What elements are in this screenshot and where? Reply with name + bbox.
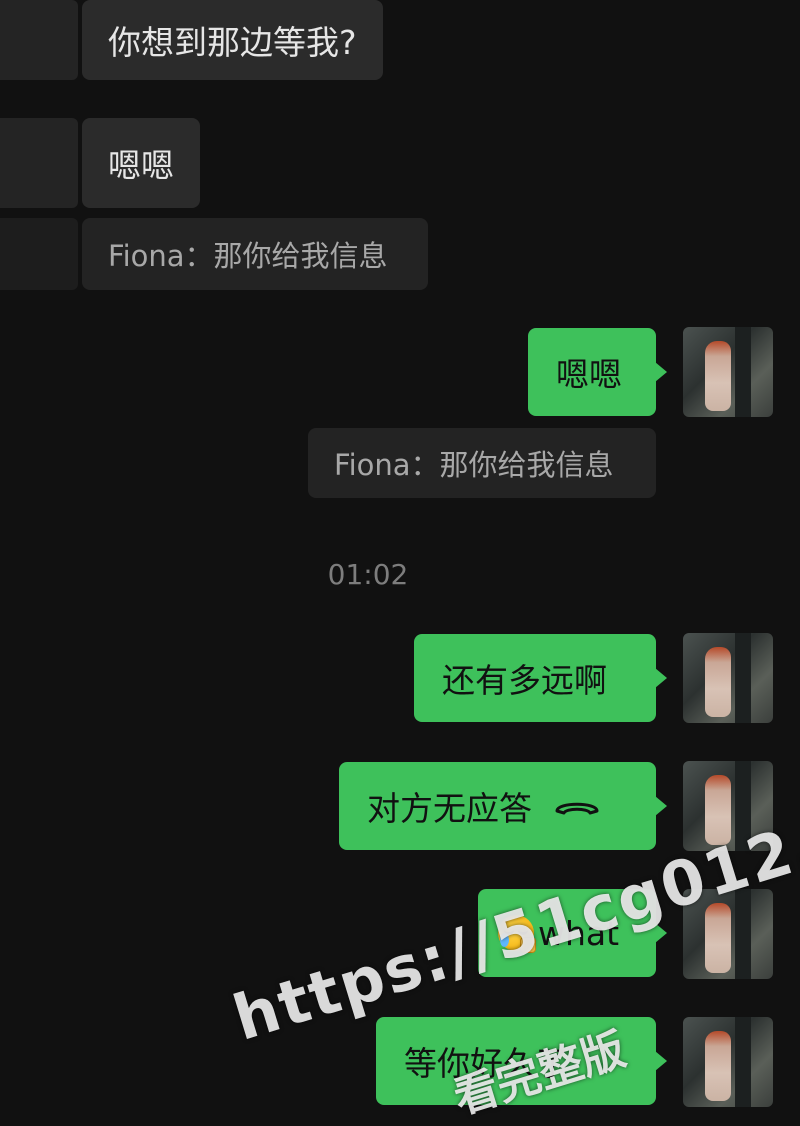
quoted-message[interactable]: Fiona：那你给我信息 bbox=[82, 218, 428, 290]
avatar-figure bbox=[705, 1031, 731, 1101]
timestamp: 01:02 bbox=[327, 558, 409, 591]
outgoing-message[interactable]: 还有多远啊 bbox=[414, 634, 667, 722]
avatar-pillar bbox=[735, 1017, 751, 1107]
incoming-message[interactable]: 你想到那边等我? bbox=[82, 0, 383, 80]
avatar-pillar bbox=[735, 761, 751, 851]
avatar[interactable] bbox=[683, 761, 773, 851]
message-text: 嗯嗯 bbox=[556, 355, 622, 394]
phone-hangup-icon bbox=[555, 802, 599, 815]
message-text: 嗯嗯 bbox=[108, 146, 174, 185]
quote-text: Fiona：那你给我信息 bbox=[108, 239, 388, 273]
avatar-figure bbox=[705, 341, 731, 411]
quoted-message[interactable]: Fiona：那你给我信息 bbox=[308, 428, 656, 498]
message-text: 还有多远啊 bbox=[442, 661, 607, 700]
message-text: what bbox=[538, 913, 620, 953]
avatar-pillar bbox=[735, 633, 751, 723]
avatar[interactable] bbox=[683, 327, 773, 417]
outgoing-message[interactable]: what bbox=[478, 889, 667, 977]
chat-thread[interactable]: 你想到那边等我? 嗯嗯 Fiona：那你给我信息 嗯嗯 Fiona：那你给我信息… bbox=[0, 0, 800, 1124]
incoming-avatar-stub bbox=[0, 0, 78, 80]
avatar-figure bbox=[705, 775, 731, 845]
face-palm-crying-emoji-icon bbox=[498, 915, 536, 953]
message-text: 你想到那边等我? bbox=[108, 23, 357, 62]
avatar[interactable] bbox=[683, 633, 773, 723]
avatar[interactable] bbox=[683, 1017, 773, 1107]
message-text: 对方无应答 bbox=[367, 789, 532, 828]
outgoing-message[interactable]: 嗯嗯 bbox=[528, 328, 667, 416]
missed-call-message[interactable]: 对方无应答 bbox=[339, 762, 667, 850]
incoming-avatar-stub bbox=[0, 218, 78, 290]
quote-text: Fiona：那你给我信息 bbox=[334, 448, 614, 482]
avatar-figure bbox=[705, 903, 731, 973]
incoming-avatar-stub bbox=[0, 118, 78, 208]
avatar-figure bbox=[705, 647, 731, 717]
avatar-pillar bbox=[735, 327, 751, 417]
incoming-message[interactable]: 嗯嗯 bbox=[82, 118, 200, 208]
avatar-pillar bbox=[735, 889, 751, 979]
avatar[interactable] bbox=[683, 889, 773, 979]
